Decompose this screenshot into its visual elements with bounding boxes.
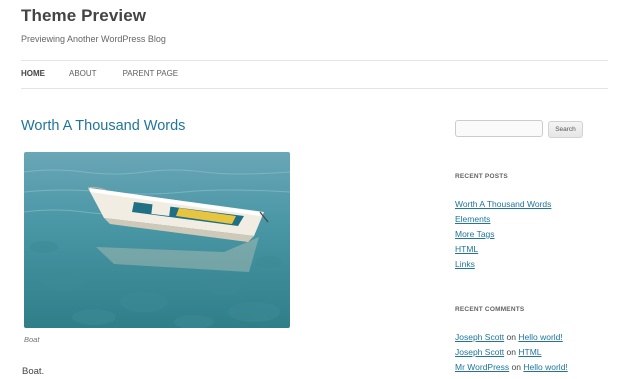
comment-author-link[interactable]: Joseph Scott	[455, 347, 504, 357]
list-item: More Tags	[455, 227, 551, 242]
recent-post-link[interactable]: Elements	[455, 214, 490, 224]
list-item: Joseph Scott on HTML	[455, 345, 568, 360]
recent-post-link[interactable]: Links	[455, 259, 475, 269]
recent-post-link[interactable]: HTML	[455, 244, 478, 254]
nav-bottom-divider	[21, 88, 608, 89]
recent-posts-heading: RECENT POSTS	[455, 173, 508, 180]
comment-author-link[interactable]: Joseph Scott	[455, 332, 504, 342]
comment-on-text: on	[506, 332, 516, 342]
list-item: Links	[455, 257, 551, 272]
recent-comments-heading: RECENT COMMENTS	[455, 306, 525, 313]
comment-post-link[interactable]: Hello world!	[518, 332, 562, 342]
recent-comments-list: Joseph Scott on Hello world! Joseph Scot…	[455, 330, 568, 375]
recent-post-link[interactable]: Worth A Thousand Words	[455, 199, 551, 209]
nav-top-divider	[21, 60, 608, 61]
nav-item-parent-page[interactable]: PARENT PAGE	[123, 69, 179, 78]
comment-author-link[interactable]: Mr WordPress	[455, 362, 509, 372]
comment-on-text: on	[506, 347, 516, 357]
recent-posts-list: Worth A Thousand Words Elements More Tag…	[455, 197, 551, 272]
search-button[interactable]: Search	[548, 121, 583, 138]
post-title[interactable]: Worth A Thousand Words	[21, 118, 185, 134]
site-title[interactable]: Theme Preview	[21, 6, 146, 26]
nav-item-home[interactable]: HOME	[21, 69, 45, 78]
comment-post-link[interactable]: HTML	[518, 347, 541, 357]
comment-on-text: on	[511, 362, 521, 372]
search-input[interactable]	[455, 120, 543, 137]
list-item: Mr WordPress on Hello world!	[455, 360, 568, 375]
site-description: Previewing Another WordPress Blog	[21, 34, 166, 44]
recent-post-link[interactable]: More Tags	[455, 229, 495, 239]
list-item: Worth A Thousand Words	[455, 197, 551, 212]
list-item: HTML	[455, 242, 551, 257]
image-caption: Boat	[24, 335, 40, 344]
comment-post-link[interactable]: Hello world!	[523, 362, 567, 372]
post-body-text: Boat.	[22, 366, 45, 377]
list-item: Elements	[455, 212, 551, 227]
post-image-boat[interactable]	[24, 152, 290, 328]
list-item: Joseph Scott on Hello world!	[455, 330, 568, 345]
main-navigation: HOME ABOUT PARENT PAGE	[21, 69, 178, 78]
nav-item-about[interactable]: ABOUT	[69, 69, 97, 78]
